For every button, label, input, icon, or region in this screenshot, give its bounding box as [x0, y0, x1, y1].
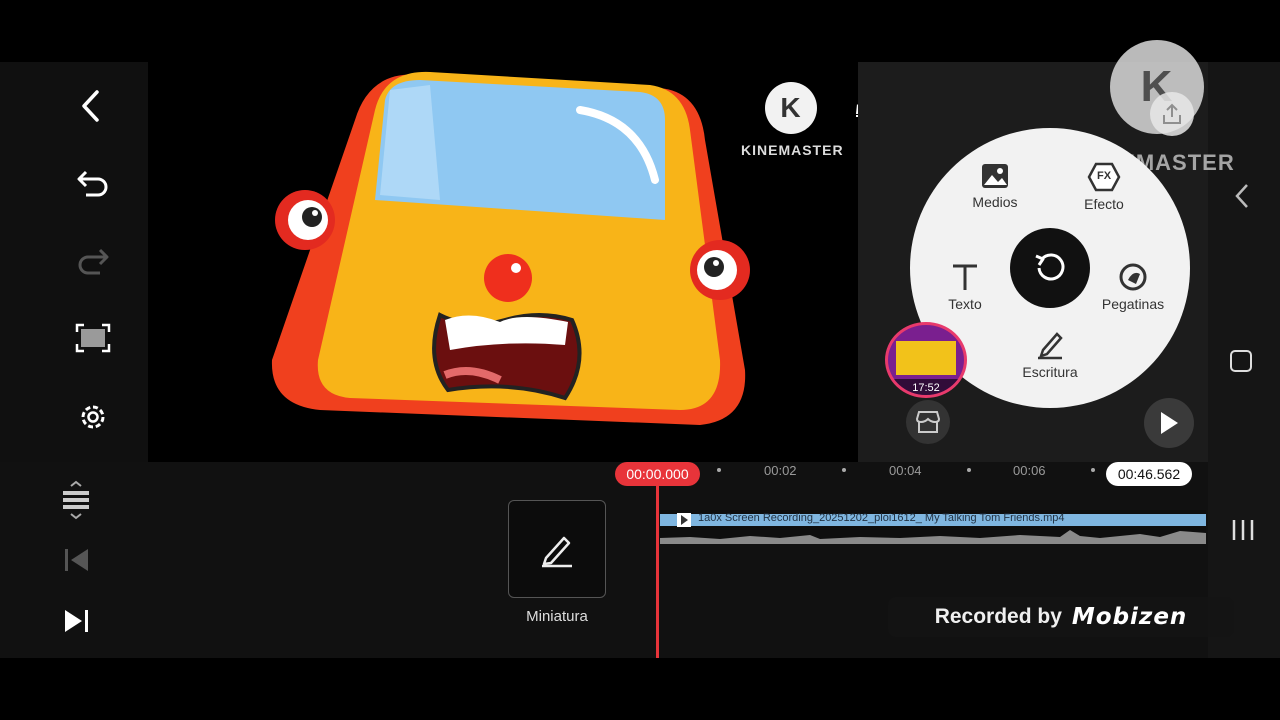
recorder-brand: Mobizen: [1071, 604, 1188, 630]
undo-icon: [77, 170, 108, 197]
store-icon: [915, 411, 941, 433]
back-button[interactable]: [68, 83, 114, 129]
media-menu-item[interactable]: Medios: [940, 162, 1050, 210]
skip-to-end-icon: [65, 610, 88, 632]
text-t-icon: [953, 264, 977, 290]
fx-glyph: FX: [1096, 170, 1112, 182]
recent-apps-button[interactable]: [1230, 518, 1256, 546]
gear-icon: [81, 405, 105, 429]
panel-collapse-button[interactable]: [1232, 182, 1252, 214]
pencil-icon: [1038, 332, 1063, 360]
asset-store-button[interactable]: [906, 400, 950, 444]
ruler-tick-label: 00:04: [889, 463, 922, 478]
skip-to-start-icon: [65, 549, 88, 571]
recorder-prefix: Recorded by: [934, 605, 1062, 628]
text-label: Texto: [948, 296, 982, 312]
jump-to-end-button[interactable]: [62, 607, 92, 639]
kinemaster-brand-label: KINEMASTER: [741, 142, 844, 158]
cartoon-car-image: [271, 71, 750, 425]
recents-icon: [1232, 520, 1254, 540]
ruler-dot: [967, 468, 971, 472]
playhead-line[interactable]: [656, 486, 659, 658]
thumbnail-label: Miniatura: [526, 608, 588, 625]
floating-video-bubble[interactable]: 17:52: [885, 322, 967, 398]
play-button[interactable]: [1144, 398, 1194, 448]
pencil-icon: [542, 536, 572, 568]
stickers-menu-item[interactable]: Pegatinas: [1078, 262, 1188, 312]
media-label: Medios: [972, 194, 1018, 210]
audio-waveform: [660, 530, 1206, 544]
chevron-left-icon: [82, 90, 99, 122]
jump-to-start-button[interactable]: [62, 546, 92, 578]
thumbnail-button[interactable]: [508, 500, 606, 598]
effect-menu-item[interactable]: FX Efecto: [1049, 162, 1159, 212]
rotate-icon: [1035, 253, 1065, 281]
expand-vertical-icon: [63, 480, 89, 520]
handwriting-menu-item[interactable]: Escritura: [995, 330, 1105, 380]
ruler-dot: [842, 468, 846, 472]
radial-menu-center-button[interactable]: [1010, 228, 1090, 308]
ruler-dot: [1091, 468, 1095, 472]
sticker-icon: [1119, 263, 1147, 291]
effect-label: Efecto: [1084, 196, 1124, 212]
home-square-button[interactable]: [1230, 350, 1252, 372]
settings-button[interactable]: [70, 394, 116, 440]
floating-video-thumbnail: [896, 341, 956, 375]
image-icon: [982, 164, 1008, 188]
chevron-left-icon: [1235, 184, 1248, 208]
share-icon: [1163, 103, 1181, 124]
fullscreen-button[interactable]: [70, 315, 116, 361]
redo-button[interactable]: [70, 238, 116, 284]
video-preview[interactable]: [148, 62, 858, 462]
ruler-tick-label: 00:02: [764, 463, 797, 478]
recorder-watermark: Recorded by Mobizen: [888, 597, 1234, 637]
end-time-pill: 00:46.562: [1106, 462, 1192, 486]
left-toolbar: [0, 62, 148, 462]
ruler-tick-label: 00:06: [1013, 463, 1046, 478]
handwriting-label: Escritura: [1022, 364, 1078, 380]
text-menu-item[interactable]: Texto: [910, 262, 1020, 312]
floating-video-time: 17:52: [888, 379, 964, 395]
fullscreen-icon: [75, 323, 111, 353]
kinemaster-logo: K: [765, 82, 817, 134]
redo-icon: [78, 248, 109, 275]
ruler-dot: [717, 468, 721, 472]
export-button[interactable]: [1150, 92, 1194, 136]
clip-filename: 1a0x Screen Recording_20251202_ploi1612_…: [698, 512, 1065, 524]
logo-letter: K: [780, 92, 802, 123]
expand-timeline-button[interactable]: [60, 480, 92, 524]
audio-clip-track[interactable]: 1a0x Screen Recording_20251202_ploi1612_…: [660, 510, 1206, 544]
play-icon: [1161, 412, 1178, 434]
undo-button[interactable]: [70, 160, 116, 206]
current-time-pill: 00:00.000: [615, 462, 700, 486]
stickers-label: Pegatinas: [1101, 296, 1165, 312]
